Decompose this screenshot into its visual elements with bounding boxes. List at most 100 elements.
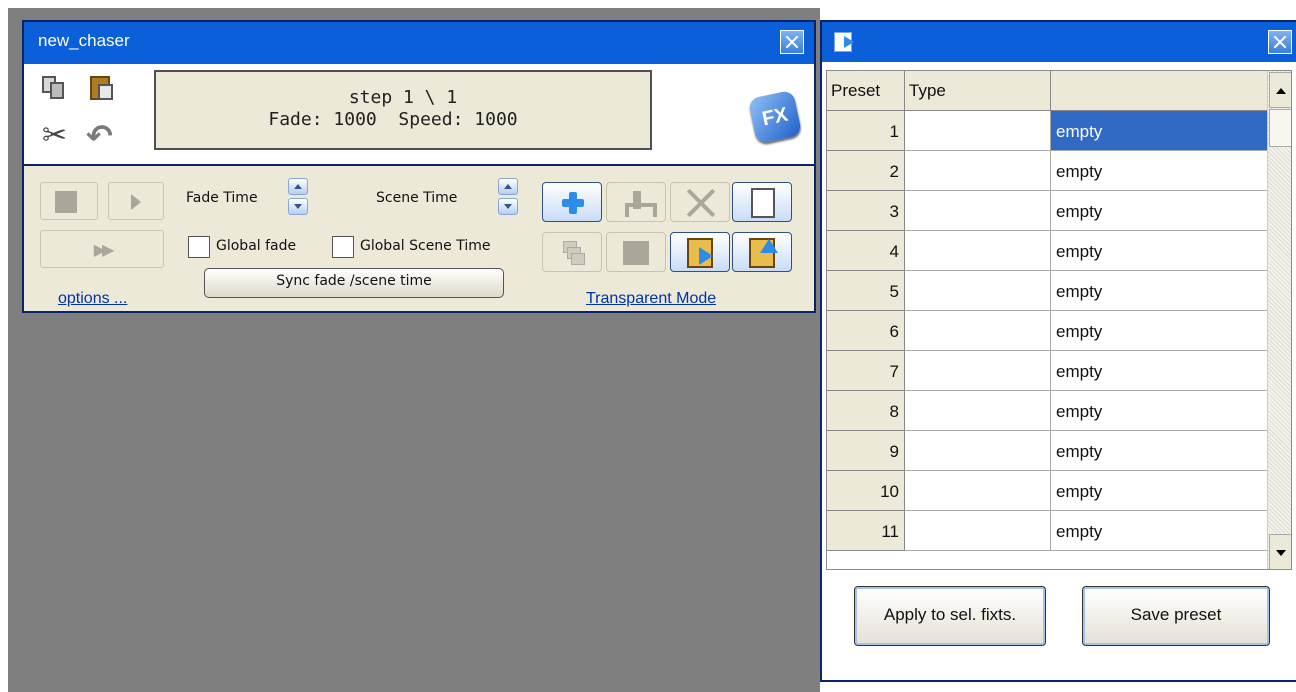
type-cell[interactable] bbox=[905, 151, 1051, 191]
preset-number-cell[interactable]: 6 bbox=[827, 311, 905, 351]
type-cell[interactable] bbox=[905, 471, 1051, 511]
cut-icon[interactable]: ✂ bbox=[42, 121, 72, 151]
preset-titlebar[interactable] bbox=[822, 22, 1296, 62]
column-header-preset[interactable]: Preset bbox=[827, 71, 905, 111]
table-row[interactable]: 3 empty bbox=[827, 191, 1267, 231]
value-cell[interactable]: empty bbox=[1051, 351, 1267, 391]
preset-panel: Preset Type 1 empty 2 empty 3 empty 4 empty 5 emp… bbox=[820, 20, 1296, 682]
value-cell[interactable]: empty bbox=[1051, 391, 1267, 431]
preset-number-cell[interactable]: 3 bbox=[827, 191, 905, 231]
play-button[interactable] bbox=[108, 182, 164, 220]
fast-forward-icon: ▶▶ bbox=[93, 240, 115, 259]
step-display: step 1 \ 1 Fade: 1000 Speed: 1000 bbox=[154, 70, 652, 150]
square-icon[interactable] bbox=[606, 232, 666, 272]
fade-time-label: Fade Time bbox=[186, 190, 258, 206]
options-link[interactable]: options ... bbox=[58, 290, 127, 308]
value-cell[interactable]: empty bbox=[1051, 111, 1267, 151]
fx-icon[interactable]: FX bbox=[747, 89, 803, 145]
sync-fade-scene-time-button[interactable]: Sync fade /scene time bbox=[204, 268, 504, 298]
chaser-info-area: ✂ ↶ step 1 \ 1 Fade: 1000 Speed: 1000 FX bbox=[24, 64, 814, 166]
preset-number-cell[interactable]: 11 bbox=[827, 511, 905, 551]
type-cell[interactable] bbox=[905, 191, 1051, 231]
type-cell[interactable] bbox=[905, 271, 1051, 311]
scroll-thumb[interactable] bbox=[1269, 109, 1291, 147]
preset-number-cell[interactable]: 2 bbox=[827, 151, 905, 191]
global-scene-time-checkbox[interactable] bbox=[332, 236, 354, 258]
global-fade-checkbox[interactable] bbox=[188, 236, 210, 258]
stop-icon bbox=[55, 191, 77, 213]
preset-number-cell[interactable]: 4 bbox=[827, 231, 905, 271]
type-cell[interactable] bbox=[905, 431, 1051, 471]
type-cell[interactable] bbox=[905, 511, 1051, 551]
table-row[interactable]: 10 empty bbox=[827, 471, 1267, 511]
table-row[interactable]: 4 empty bbox=[827, 231, 1267, 271]
table-row[interactable]: 6 empty bbox=[827, 311, 1267, 351]
fast-forward-button[interactable]: ▶▶ bbox=[40, 230, 164, 268]
transparent-mode-link[interactable]: Transparent Mode bbox=[586, 290, 716, 308]
step-display-line2: Fade: 1000 Speed: 1000 bbox=[268, 109, 518, 130]
scroll-up-arrow[interactable] bbox=[1269, 72, 1291, 108]
fade-time-down-arrow[interactable] bbox=[288, 198, 308, 215]
preset-number-cell[interactable]: 1 bbox=[827, 111, 905, 151]
import-icon[interactable] bbox=[670, 232, 730, 272]
delete-icon[interactable] bbox=[670, 182, 730, 222]
value-cell[interactable]: empty bbox=[1051, 511, 1267, 551]
preset-number-cell[interactable]: 7 bbox=[827, 351, 905, 391]
stack-icon[interactable] bbox=[542, 232, 602, 272]
tree-icon[interactable] bbox=[606, 182, 666, 222]
scene-time-down-arrow[interactable] bbox=[498, 198, 518, 215]
value-cell[interactable]: empty bbox=[1051, 231, 1267, 271]
value-cell[interactable]: empty bbox=[1051, 311, 1267, 351]
value-cell[interactable]: empty bbox=[1051, 471, 1267, 511]
column-header-value[interactable] bbox=[1051, 71, 1267, 111]
preset-number-cell[interactable]: 8 bbox=[827, 391, 905, 431]
table-row[interactable]: 11 empty bbox=[827, 511, 1267, 551]
table-row[interactable]: 1 empty bbox=[827, 111, 1267, 151]
type-cell[interactable] bbox=[905, 111, 1051, 151]
export-icon[interactable] bbox=[732, 232, 792, 272]
type-cell[interactable] bbox=[905, 311, 1051, 351]
chaser-window: new_chaser ✂ ↶ step 1 \ 1 Fade: 1000 Spe… bbox=[22, 20, 816, 313]
save-preset-button[interactable]: Save preset bbox=[1082, 586, 1270, 646]
type-cell[interactable] bbox=[905, 351, 1051, 391]
table-row[interactable]: 9 empty bbox=[827, 431, 1267, 471]
new-icon[interactable] bbox=[732, 182, 792, 222]
chaser-close-icon[interactable] bbox=[780, 30, 804, 54]
chaser-titlebar[interactable]: new_chaser bbox=[24, 22, 814, 64]
column-header-type[interactable]: Type bbox=[905, 71, 1051, 111]
preset-table: Preset Type 1 empty 2 empty 3 empty 4 empty 5 emp… bbox=[826, 70, 1292, 570]
global-fade-label: Global fade bbox=[216, 238, 297, 254]
preset-table-header: Preset Type bbox=[827, 71, 1267, 111]
table-row[interactable]: 5 empty bbox=[827, 271, 1267, 311]
preset-number-cell[interactable]: 5 bbox=[827, 271, 905, 311]
window-icon bbox=[834, 32, 854, 52]
preset-number-cell[interactable]: 10 bbox=[827, 471, 905, 511]
fade-time-spinner[interactable] bbox=[288, 178, 308, 216]
global-scene-time-label: Global Scene Time bbox=[360, 238, 491, 254]
chaser-controls: ▶▶ Fade Time Scene Time Global fade Glob… bbox=[24, 166, 814, 311]
scene-time-spinner[interactable] bbox=[498, 178, 518, 216]
table-row[interactable]: 2 empty bbox=[827, 151, 1267, 191]
preset-number-cell[interactable]: 9 bbox=[827, 431, 905, 471]
vertical-scrollbar[interactable] bbox=[1267, 71, 1291, 569]
fade-time-up-arrow[interactable] bbox=[288, 178, 308, 195]
preset-close-icon[interactable] bbox=[1268, 30, 1292, 54]
type-cell[interactable] bbox=[905, 231, 1051, 271]
value-cell[interactable]: empty bbox=[1051, 191, 1267, 231]
value-cell[interactable]: empty bbox=[1051, 431, 1267, 471]
table-row[interactable]: 8 empty bbox=[827, 391, 1267, 431]
apply-to-selected-fixtures-button[interactable]: Apply to sel. fixts. bbox=[854, 586, 1046, 646]
value-cell[interactable]: empty bbox=[1051, 151, 1267, 191]
table-row[interactable]: 7 empty bbox=[827, 351, 1267, 391]
undo-icon[interactable]: ↶ bbox=[86, 120, 116, 152]
value-cell[interactable]: empty bbox=[1051, 271, 1267, 311]
plus-icon[interactable] bbox=[542, 182, 602, 222]
paste-icon[interactable] bbox=[86, 72, 116, 100]
scroll-down-arrow[interactable] bbox=[1269, 534, 1291, 569]
scene-time-up-arrow[interactable] bbox=[498, 178, 518, 195]
type-cell[interactable] bbox=[905, 391, 1051, 431]
step-display-line1: step 1 \ 1 bbox=[348, 87, 458, 108]
copy-icon[interactable] bbox=[40, 74, 70, 102]
chaser-title: new_chaser bbox=[38, 31, 130, 50]
stop-button[interactable] bbox=[40, 182, 98, 220]
